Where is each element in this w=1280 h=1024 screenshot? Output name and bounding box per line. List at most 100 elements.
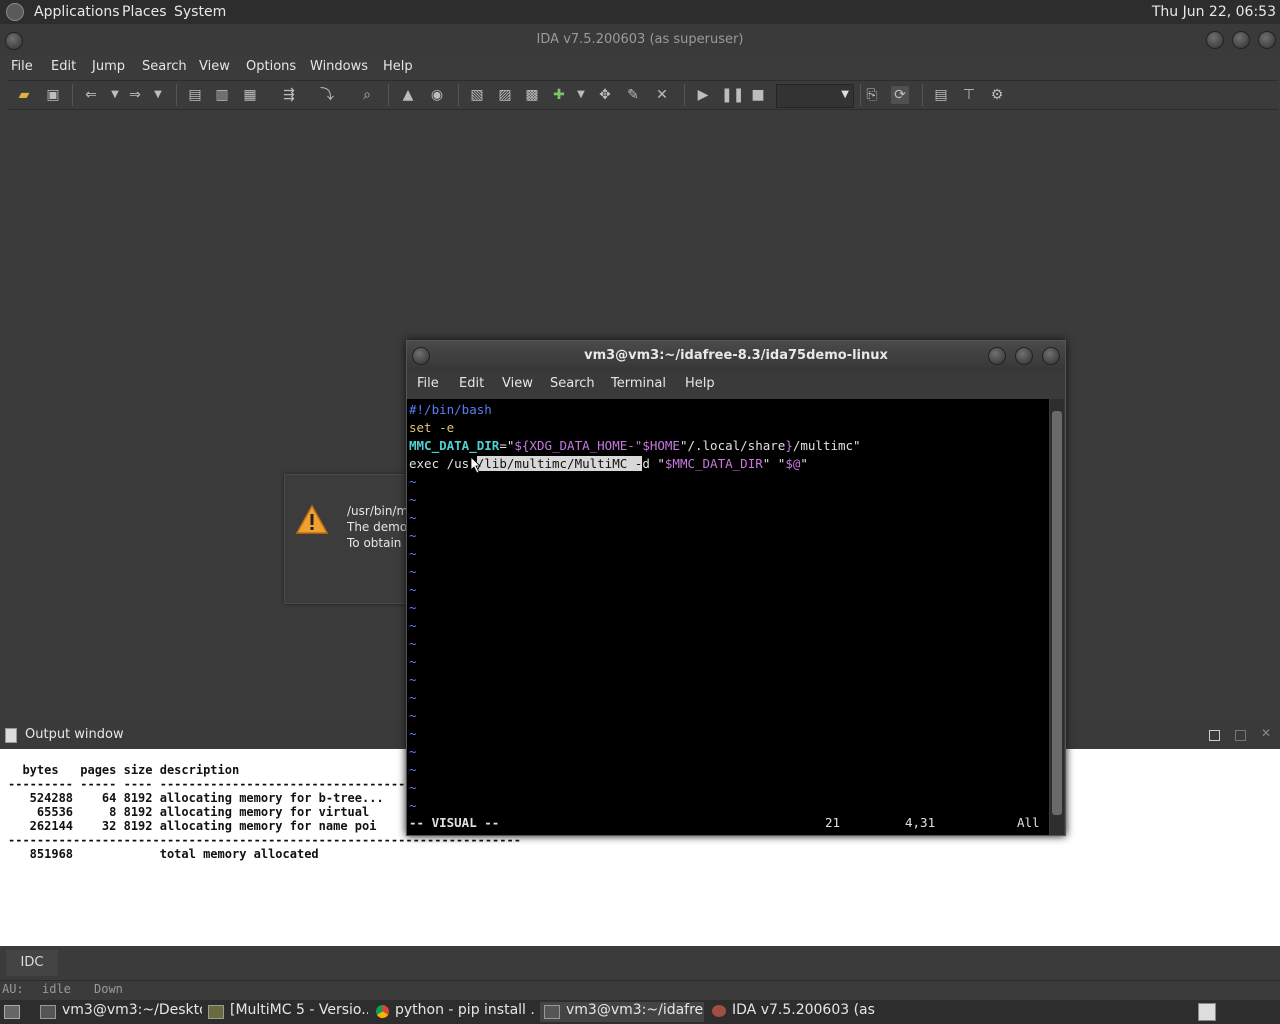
task-terminal-idafree[interactable]: vm3@vm3:~/idafre... xyxy=(540,1002,704,1022)
xrefs-icon[interactable]: ✥ xyxy=(596,86,614,104)
vim-empty-line: ~ xyxy=(409,546,417,561)
term-menu-terminal[interactable]: Terminal xyxy=(611,376,666,391)
text-search-icon[interactable]: ⇶ xyxy=(280,86,298,104)
output-header-row: bytes pages size description xyxy=(8,763,240,777)
search-next-icon[interactable]: ⌕ xyxy=(358,86,376,104)
warning-icon xyxy=(295,503,329,537)
search-direction: Down xyxy=(94,982,123,996)
workspace-switcher-icon[interactable] xyxy=(1198,1003,1216,1021)
dialog-line-1: /usr/bin/m xyxy=(347,504,409,518)
close-icon[interactable]: ✕ xyxy=(1261,726,1271,740)
pause-icon[interactable]: ❚❚ xyxy=(721,86,744,104)
chrome-icon xyxy=(376,1005,389,1018)
terminal-window[interactable]: vm3@vm3:~/idafree-8.3/ida75demo-linux Fi… xyxy=(406,340,1066,836)
forward-arrow-icon[interactable]: ⇒ xyxy=(126,86,144,104)
ida-titlebar[interactable]: IDA v7.5.200603 (as superuser) xyxy=(0,24,1280,57)
ida-menu-edit[interactable]: Edit xyxy=(51,59,76,74)
names-icon[interactable]: ▩ xyxy=(523,86,541,104)
maximize-button[interactable] xyxy=(1232,31,1250,49)
ida-menu-jump[interactable]: Jump xyxy=(92,59,125,74)
stop-icon[interactable]: ■ xyxy=(749,86,767,104)
term-menu-view[interactable]: View xyxy=(502,376,533,391)
task-multimc[interactable]: [MultiMC 5 - Versio... xyxy=(204,1002,368,1022)
attach-icon[interactable]: ⎘ xyxy=(863,86,881,104)
term-menu-edit[interactable]: Edit xyxy=(459,376,484,391)
maximize-button[interactable] xyxy=(1015,347,1033,365)
terminal-menubar: File Edit View Search Terminal Help xyxy=(407,373,1065,397)
open-folder-icon[interactable]: ▰ xyxy=(15,86,33,104)
settings-icon[interactable]: ⚙ xyxy=(988,86,1006,104)
term-menu-search[interactable]: Search xyxy=(550,376,595,391)
function-icon[interactable]: ▨ xyxy=(496,86,514,104)
terminal-screen[interactable]: #!/bin/bash set -e MMC_DATA_DIR="${XDG_D… xyxy=(407,399,1049,835)
step-into-icon[interactable]: ⤵ xyxy=(318,86,336,104)
forward-dropdown-icon[interactable]: ▼ xyxy=(149,86,167,104)
list-icon[interactable]: ▤ xyxy=(932,86,950,104)
restore-icon[interactable] xyxy=(1209,730,1220,741)
ida-menu-options[interactable]: Options xyxy=(246,59,296,74)
vim-empty-line: ~ xyxy=(409,690,417,705)
output-window-title: Output window xyxy=(25,727,124,742)
menu-places[interactable]: Places xyxy=(122,4,167,20)
struct-icon[interactable]: ▦ xyxy=(241,86,259,104)
zoom-icon[interactable]: ◉ xyxy=(428,86,446,104)
mouse-cursor-icon xyxy=(470,456,481,477)
close-button[interactable] xyxy=(1258,31,1276,49)
minimize-button[interactable] xyxy=(1206,31,1224,49)
menu-system[interactable]: System xyxy=(174,4,226,20)
add-icon[interactable]: ✚ xyxy=(550,86,568,104)
task-ida[interactable]: IDA v7.5.200603 (as ... xyxy=(708,1002,878,1022)
output-row: 65536 8 8192 allocating memory for virtu… xyxy=(8,805,370,819)
warning-dialog[interactable]: /usr/bin/m The demo To obtain xyxy=(284,474,416,604)
play-icon[interactable]: ▶ xyxy=(694,86,712,104)
ida-menu-view[interactable]: View xyxy=(199,59,230,74)
task-terminal-desktop[interactable]: vm3@vm3:~/Desktop xyxy=(36,1002,202,1022)
refresh-icon[interactable]: ⟳ xyxy=(891,86,909,104)
binary-icon[interactable]: ▤ xyxy=(186,86,204,104)
vim-empty-line: ~ xyxy=(409,798,417,813)
add-dropdown-icon[interactable]: ▼ xyxy=(572,86,590,104)
task-chrome[interactable]: python - pip install ... xyxy=(372,1002,536,1022)
segment-icon[interactable]: ▧ xyxy=(468,86,486,104)
au-label: AU: xyxy=(2,982,24,996)
clock[interactable]: Thu Jun 22, 06:53 xyxy=(1152,4,1276,20)
delete-icon[interactable]: ✕ xyxy=(653,86,671,104)
idc-bar: IDC xyxy=(0,948,1280,978)
ida-menu-search[interactable]: Search xyxy=(142,59,187,74)
terminal-scrollbar[interactable] xyxy=(1050,399,1064,835)
gnome-foot-icon[interactable] xyxy=(6,3,24,21)
vim-statusline: -- VISUAL -- 21 4,31 All xyxy=(409,815,1047,833)
vim-empty-line: ~ xyxy=(409,672,417,687)
term-menu-file[interactable]: File xyxy=(417,376,439,391)
minimize-button[interactable] xyxy=(988,347,1006,365)
debugger-select[interactable]: ▼ xyxy=(776,84,854,108)
back-arrow-icon[interactable]: ⇐ xyxy=(82,86,100,104)
scrollbar-thumb[interactable] xyxy=(1052,411,1062,815)
vim-empty-line: ~ xyxy=(409,582,417,597)
ida-menubar: File Edit Jump Search View Options Windo… xyxy=(0,56,1280,78)
back-dropdown-icon[interactable]: ▼ xyxy=(106,86,124,104)
vim-empty-line: ~ xyxy=(409,744,417,759)
edit-icon[interactable]: ✎ xyxy=(624,86,642,104)
dialog-line-3: To obtain xyxy=(347,536,402,550)
ida-toolbar: ▰ ▣ ⇐ ▼ ⇒ ▼ ▤ ▥ ▦ ⇶ ⤵ ⌕ ▲ ◉ ▧ ▨ ▩ ✚ ▼ ✥ … xyxy=(8,80,1278,110)
taskbar: vm3@vm3:~/Desktop [MultiMC 5 - Versio...… xyxy=(0,1000,1280,1024)
vim-empty-line: ~ xyxy=(409,600,417,615)
terminal-icon xyxy=(40,1005,56,1019)
ida-menu-help[interactable]: Help xyxy=(383,59,413,74)
idc-button[interactable]: IDC xyxy=(6,950,58,976)
terminal-titlebar[interactable]: vm3@vm3:~/idafree-8.3/ida75demo-linux xyxy=(407,341,1065,371)
hex-icon[interactable]: ▥ xyxy=(213,86,231,104)
show-desktop-icon[interactable] xyxy=(4,1005,20,1019)
ida-menu-file[interactable]: File xyxy=(11,59,33,74)
close-button[interactable] xyxy=(1042,347,1060,365)
graph-icon[interactable]: ▲ xyxy=(399,86,417,104)
vim-empty-line: ~ xyxy=(409,618,417,633)
save-icon[interactable]: ▣ xyxy=(44,86,62,104)
term-menu-help[interactable]: Help xyxy=(685,376,715,391)
menu-applications[interactable]: Applications xyxy=(34,4,120,20)
terminal-title: vm3@vm3:~/idafree-8.3/ida75demo-linux xyxy=(584,348,888,363)
ida-menu-windows[interactable]: Windows xyxy=(310,59,368,74)
tree-icon[interactable]: ⊤ xyxy=(960,86,978,104)
float-icon[interactable] xyxy=(1235,730,1246,741)
